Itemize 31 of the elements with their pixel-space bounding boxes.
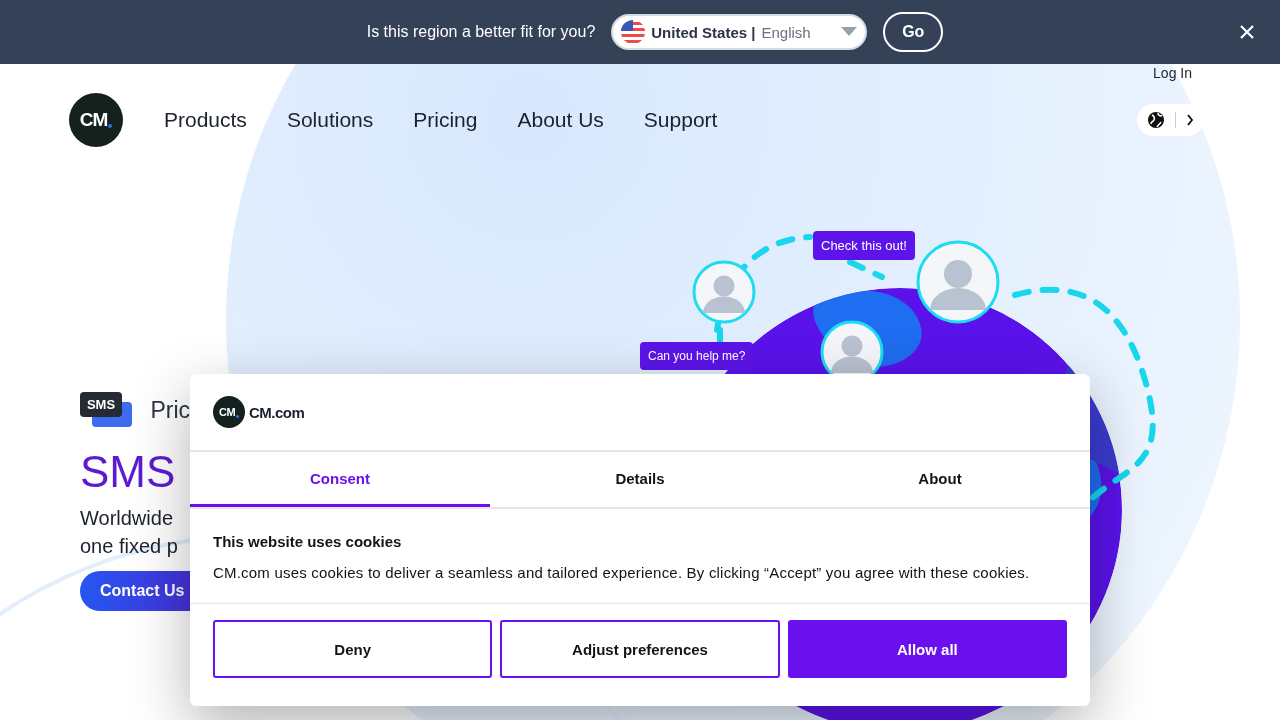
nav-link[interactable]: Solutions [286, 108, 374, 132]
region-question: Is this region a better fit for you? [366, 23, 596, 41]
nav-link[interactable]: About Us [517, 108, 604, 132]
chevron-icon [1186, 114, 1194, 126]
region-select[interactable]: United States | English [611, 14, 868, 50]
brand-name: CM.com [249, 403, 305, 421]
language-switcher[interactable] [1137, 104, 1204, 136]
logo[interactable]: CM [69, 93, 123, 147]
go-button[interactable]: Go [883, 12, 944, 52]
hero-title: SMS [80, 448, 177, 497]
dialog-tab[interactable]: Details [490, 452, 790, 507]
dialog-tab[interactable]: About [790, 452, 1090, 507]
flag-icon [621, 20, 646, 44]
login-link[interactable]: Log In [1153, 65, 1192, 81]
nav-link[interactable]: Support [643, 108, 718, 132]
cm-logo-icon: CM [213, 396, 245, 428]
dialog-button[interactable]: Adjust preferences [500, 620, 780, 678]
dialog-text: CM.com uses cookies to deliver a seamless and tailored experience. By clicking “Accept” you agree with these cookies. [213, 564, 1031, 581]
speech-bubble: Can you help me? [640, 342, 754, 370]
dialog-tab[interactable]: Consent [190, 452, 490, 507]
dialog-heading: This website uses cookies [213, 533, 403, 550]
caret-icon [841, 27, 858, 37]
speech-bubble: Check this out! [813, 231, 915, 260]
allow-button[interactable]: Allow all [787, 620, 1067, 678]
close-icon[interactable] [1240, 25, 1254, 39]
hero-subtitle: Worldwide one fixed p [80, 506, 179, 560]
globe-icon [1147, 111, 1165, 129]
nav-link[interactable]: Products [164, 108, 247, 132]
dialog-button[interactable]: Deny [213, 620, 493, 678]
nav-link[interactable]: Pricing [413, 108, 478, 132]
product-label: Pric [150, 396, 190, 424]
